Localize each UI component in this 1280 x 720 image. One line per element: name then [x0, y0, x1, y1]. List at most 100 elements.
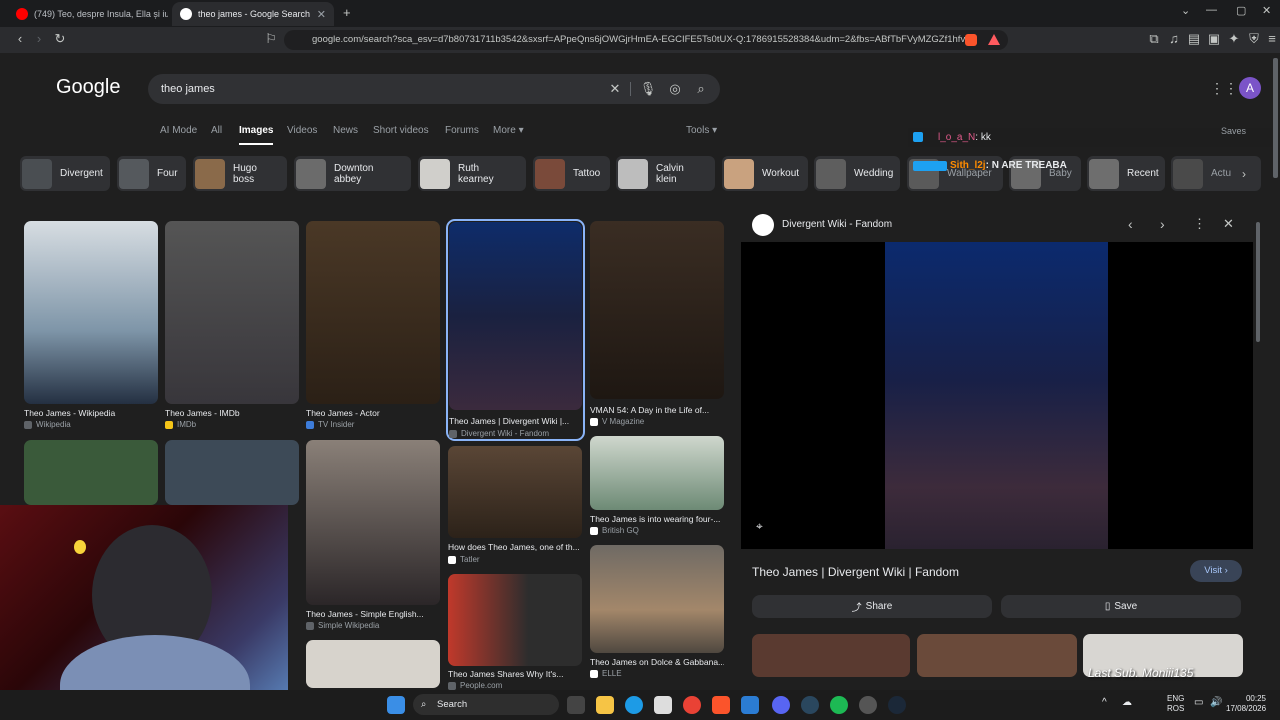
tab-news[interactable]: News [333, 125, 358, 136]
leo-ai-icon[interactable]: ✦ [1226, 31, 1242, 47]
language-indicator[interactable]: ENG ROS [1167, 694, 1184, 714]
wallet-icon[interactable]: ▣ [1206, 31, 1222, 47]
page-scrollbar[interactable] [1273, 58, 1278, 178]
previous-icon[interactable]: ‹ [1128, 216, 1133, 232]
store-icon[interactable] [654, 696, 672, 714]
reload-icon[interactable]: ↻ [52, 31, 68, 47]
result-title[interactable]: Theo James Shares Why It's... [448, 669, 582, 679]
back-icon[interactable]: ‹ [12, 31, 28, 47]
steam-icon[interactable] [801, 696, 819, 714]
more-options-icon[interactable]: ⋮ [1193, 216, 1206, 232]
share-button[interactable]: ⤴ Share [752, 595, 992, 618]
preview-source[interactable]: Divergent Wiki - Fandom [782, 219, 892, 230]
next-icon[interactable]: › [1160, 216, 1165, 232]
file-explorer-icon[interactable] [596, 696, 614, 714]
tab-forums[interactable]: Forums [445, 125, 479, 136]
vscode-icon[interactable] [741, 696, 759, 714]
related-image-1[interactable] [752, 634, 910, 677]
extensions-icon[interactable]: ⧉ [1146, 31, 1162, 47]
image-result-9[interactable] [448, 446, 582, 538]
tools-button[interactable]: Tools ▾ [686, 125, 717, 136]
result-title[interactable]: Theo James | Divergent Wiki |... [449, 416, 582, 426]
search-icon[interactable]: ⌕ [692, 80, 710, 98]
onedrive-icon[interactable]: ☁ [1122, 697, 1132, 708]
result-title[interactable]: Theo James - Simple English... [306, 609, 440, 619]
chip-divergent[interactable]: Divergent [20, 156, 110, 191]
image-result-2[interactable] [165, 221, 299, 404]
volume-icon[interactable]: 🔊 [1210, 697, 1222, 708]
save-button[interactable]: ▯ Save [1001, 595, 1241, 618]
chip-downton-abbey[interactable]: Downton abbey [294, 156, 411, 191]
chip-hugo-boss[interactable]: Hugo boss [193, 156, 287, 191]
clear-icon[interactable]: ✕ [606, 80, 624, 98]
image-result-4[interactable] [449, 222, 582, 410]
image-result-5[interactable] [590, 221, 724, 399]
result-title[interactable]: How does Theo James, one of th... [448, 542, 582, 552]
image-result-11[interactable] [306, 640, 440, 688]
result-title[interactable]: Theo James - Wikipedia [24, 408, 158, 418]
preview-title[interactable]: Theo James | Divergent Wiki | Fandom [752, 565, 959, 579]
start-icon[interactable] [387, 696, 405, 714]
image-result-12[interactable] [448, 574, 582, 666]
chip-calvin-klein[interactable]: Calvin klein [616, 156, 715, 191]
image-result-3[interactable] [306, 221, 440, 404]
minimize-icon[interactable]: — [1206, 4, 1217, 16]
maximize-icon[interactable]: ▢ [1236, 4, 1246, 17]
chip-workout[interactable]: Workout [722, 156, 808, 191]
chip-wedding[interactable]: Wedding [814, 156, 900, 191]
forward-icon[interactable]: › [31, 31, 47, 47]
chips-next-icon[interactable]: › [1242, 167, 1246, 181]
related-image-2[interactable] [917, 634, 1077, 677]
brave-shields-icon[interactable] [965, 34, 977, 46]
taskbar-search[interactable]: ⌕ Search [413, 694, 559, 715]
task-view-icon[interactable] [567, 696, 585, 714]
search-input[interactable]: theo james [148, 74, 720, 104]
sidebar-icon[interactable]: ▤ [1186, 31, 1202, 47]
steam-app-icon[interactable] [888, 696, 906, 714]
result-title[interactable]: Theo James on Dolce & Gabbana... [590, 657, 724, 667]
brave-rewards-icon[interactable] [988, 34, 1000, 45]
tab-youtube[interactable]: (749) Teo, despre Insula, Ella și iu ✕ [8, 2, 168, 26]
image-result-7[interactable] [165, 440, 299, 505]
microphone-icon[interactable]: 🎙 [639, 80, 657, 98]
tab-images[interactable]: Images [239, 125, 274, 145]
tab-all[interactable]: All [211, 125, 222, 136]
result-title[interactable]: Theo James - IMDb [165, 408, 299, 418]
brave-icon[interactable] [712, 696, 730, 714]
chip-tattoo[interactable]: Tattoo [533, 156, 610, 191]
image-result-8[interactable] [306, 440, 440, 605]
new-tab-icon[interactable]: + [343, 5, 351, 20]
saves-link[interactable]: Saves [1221, 126, 1246, 136]
address-bar[interactable]: google.com/search?sca_esv=d7b80731711b35… [284, 30, 1008, 50]
avatar[interactable]: A [1239, 77, 1261, 99]
image-result-1[interactable] [24, 221, 158, 404]
edge-icon[interactable] [625, 696, 643, 714]
tab-google-search[interactable]: theo james - Google Search ✕ [172, 2, 334, 26]
network-icon[interactable]: ▭ [1194, 697, 1203, 708]
lens-icon[interactable]: ◎ [666, 80, 684, 98]
result-title[interactable]: VMAN 54: A Day in the Life of... [590, 405, 724, 415]
tab-search-icon[interactable]: ⌄ [1181, 4, 1190, 17]
discord-icon[interactable] [772, 696, 790, 714]
result-title[interactable]: Theo James is into wearing four-... [590, 514, 724, 524]
image-result-10[interactable] [590, 436, 724, 510]
result-title[interactable]: Theo James - Actor [306, 408, 440, 418]
apps-grid-icon[interactable]: ⋮⋮ [1210, 80, 1238, 97]
clock[interactable]: 00:25 17/08/2026 [1226, 694, 1266, 714]
panel-scrollbar[interactable] [1256, 222, 1260, 342]
close-tab-icon[interactable]: ✕ [311, 8, 326, 21]
spotify-icon[interactable] [830, 696, 848, 714]
chip-ruth-kearney[interactable]: Ruth kearney [418, 156, 526, 191]
obs-icon[interactable] [859, 696, 877, 714]
tray-chevron-icon[interactable]: ^ [1102, 697, 1107, 708]
google-logo[interactable]: Google [56, 76, 121, 99]
chip-four[interactable]: Four [117, 156, 186, 191]
vpn-icon[interactable]: ⛨ [1246, 31, 1262, 47]
chrome-icon[interactable] [683, 696, 701, 714]
visit-button[interactable]: Visit › [1190, 560, 1242, 582]
tab-ai-mode[interactable]: AI Mode [160, 125, 197, 136]
image-result-6[interactable] [24, 440, 158, 505]
chip-recent[interactable]: Recent [1087, 156, 1165, 191]
bookmark-icon[interactable]: ⚐ [263, 31, 279, 47]
close-window-icon[interactable]: ✕ [1262, 4, 1271, 17]
